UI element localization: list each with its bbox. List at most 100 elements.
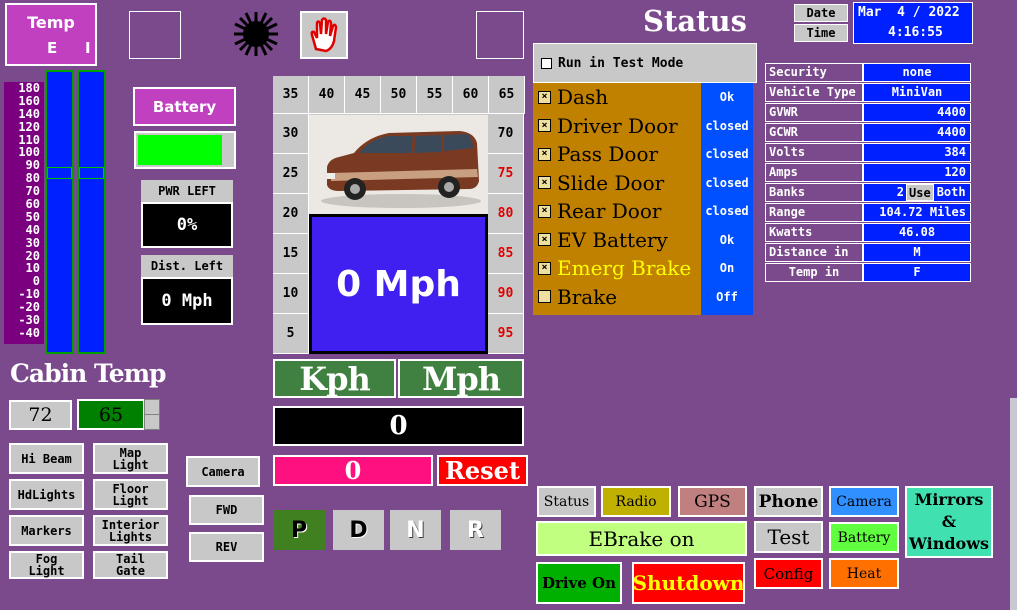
status-item-emerg-brake[interactable]: × Emerg Brake — [533, 254, 703, 282]
engine-temp-marker — [47, 167, 72, 179]
status-item-brake[interactable]: Brake — [533, 283, 703, 311]
speed-preset-20[interactable]: 20 — [273, 194, 309, 234]
map-light-line1: Map — [119, 445, 142, 460]
speed-preset-40[interactable]: 40 — [309, 76, 345, 114]
speed-display: 0 Mph — [309, 214, 488, 354]
gear-n-button[interactable]: N — [390, 510, 441, 550]
status-item-label: EV Battery — [557, 227, 668, 252]
hi-beam-button[interactable]: Hi Beam — [9, 443, 84, 474]
speed-preset-35[interactable]: 35 — [273, 76, 309, 114]
speed-preset-25[interactable]: 25 — [273, 154, 309, 194]
interior-lights-button[interactable]: Interior Lights — [93, 515, 168, 546]
scale-tick-label: 40 — [25, 222, 40, 237]
speed-preset-85[interactable]: 85 — [488, 234, 524, 274]
info-row-amps: Amps 120 — [765, 163, 973, 182]
camera-tab-button[interactable]: Camera — [829, 486, 899, 517]
cabin-temp-stepper[interactable] — [144, 399, 160, 430]
status-checkbox[interactable]: × — [538, 176, 551, 190]
info-value: 4400 — [863, 103, 971, 122]
status-checkbox[interactable]: × — [538, 233, 551, 247]
battery-tab-button[interactable]: Battery — [829, 522, 899, 553]
mirrors-windows-button[interactable]: Mirrors & Windows — [905, 486, 993, 558]
speed-preset-90[interactable]: 90 — [488, 274, 524, 314]
drive-on-button[interactable]: Drive On — [536, 562, 622, 604]
rev-button[interactable]: REV — [189, 532, 264, 562]
status-item-driver-door[interactable]: × Driver Door — [533, 112, 703, 140]
speed-preset-55[interactable]: 55 — [417, 76, 453, 114]
stop-hand-button[interactable] — [300, 11, 348, 59]
radio-tab-button[interactable]: Radio — [601, 486, 671, 517]
status-item-rear-door[interactable]: × Rear Door — [533, 197, 703, 225]
info-value: 2 Use Both — [863, 183, 971, 202]
blank-button-1[interactable] — [129, 11, 181, 59]
config-button[interactable]: Config — [754, 558, 823, 589]
headlights-button[interactable]: HdLights — [9, 479, 84, 510]
test-button[interactable]: Test — [754, 521, 823, 553]
shutdown-button[interactable]: Shutdown — [632, 562, 745, 604]
cabin-temp-setpoint[interactable]: 72 — [9, 400, 72, 430]
status-checkbox[interactable] — [538, 290, 551, 304]
speed-preset-5[interactable]: 5 — [273, 314, 309, 354]
info-row-vehicle-type: Vehicle Type MiniVan — [765, 83, 973, 102]
fwd-button[interactable]: FWD — [189, 495, 264, 525]
battery-level-bar — [134, 131, 236, 169]
status-checkbox[interactable]: × — [538, 261, 551, 275]
test-mode-checkbox[interactable]: Run in Test Mode — [533, 43, 757, 83]
status-item-ev-battery[interactable]: × EV Battery — [533, 226, 703, 254]
phone-tab-button[interactable]: Phone — [754, 486, 823, 517]
blank-button-2[interactable] — [476, 11, 524, 59]
reset-button[interactable]: Reset — [437, 455, 528, 486]
speed-preset-45[interactable]: 45 — [345, 76, 381, 114]
ebrake-button[interactable]: EBrake on — [536, 521, 747, 556]
kph-button[interactable]: Kph — [273, 359, 396, 398]
fog-light-button[interactable]: Fog Light — [9, 551, 84, 579]
info-row-kwatts: Kwatts 46.08 — [765, 223, 973, 242]
markers-button[interactable]: Markers — [9, 515, 84, 546]
camera-side-button[interactable]: Camera — [186, 456, 260, 487]
stop-hand-icon — [310, 17, 338, 53]
gear-p-button[interactable]: P — [273, 510, 325, 550]
speed-preset-80[interactable]: 80 — [488, 194, 524, 234]
info-value: 104.72 Miles — [863, 203, 971, 222]
speed-preset-95[interactable]: 95 — [488, 314, 524, 354]
status-checkbox[interactable]: × — [538, 147, 551, 161]
status-tab-button[interactable]: Status — [537, 486, 596, 517]
banks-count: 2 — [896, 185, 904, 199]
speed-preset-60[interactable]: 60 — [453, 76, 489, 114]
gps-tab-button[interactable]: GPS — [678, 486, 747, 517]
status-item-value: closed — [705, 118, 749, 133]
info-value: 384 — [863, 143, 971, 162]
info-value[interactable]: F — [863, 263, 971, 282]
status-checkbox[interactable]: × — [538, 90, 551, 104]
info-row-temp-in[interactable]: Temp in F — [765, 263, 973, 282]
status-checkbox[interactable]: × — [538, 204, 551, 218]
info-value[interactable]: M — [863, 243, 971, 262]
tail-gate-button[interactable]: Tail Gate — [93, 551, 168, 579]
info-row-gvwr: GVWR 4400 — [765, 103, 973, 122]
speed-preset-50[interactable]: 50 — [381, 76, 417, 114]
status-item-slide-door[interactable]: × Slide Door — [533, 169, 703, 197]
speed-preset-70[interactable]: 70 — [488, 114, 524, 154]
temp-e-label: E — [47, 39, 58, 57]
status-item-dash[interactable]: × Dash — [533, 83, 703, 111]
mph-button[interactable]: Mph — [398, 359, 524, 398]
speed-preset-15[interactable]: 15 — [273, 234, 309, 274]
info-row-distance-in[interactable]: Distance in M — [765, 243, 973, 262]
speed-preset-10[interactable]: 10 — [273, 274, 309, 314]
status-checkbox[interactable]: × — [538, 119, 551, 133]
speed-preset-75[interactable]: 75 — [488, 154, 524, 194]
floor-light-button[interactable]: Floor Light — [93, 479, 168, 510]
status-item-value: closed — [705, 147, 749, 161]
gear-r-button[interactable]: R — [450, 510, 501, 550]
banks-use-button[interactable]: Use — [906, 184, 934, 201]
battery-button[interactable]: Battery — [133, 87, 236, 126]
status-item-pass-door[interactable]: × Pass Door — [533, 140, 703, 168]
speed-preset-65[interactable]: 65 — [489, 76, 525, 114]
heat-button[interactable]: Heat — [829, 558, 899, 589]
speed-preset-30[interactable]: 30 — [273, 114, 309, 154]
map-light-button[interactable]: Map Light — [93, 443, 168, 474]
dist-left-label: Dist. Left — [141, 255, 233, 277]
scale-tick-label: 120 — [18, 119, 40, 134]
odometer-display: 0 — [273, 406, 524, 446]
gear-d-button[interactable]: D — [333, 510, 384, 550]
